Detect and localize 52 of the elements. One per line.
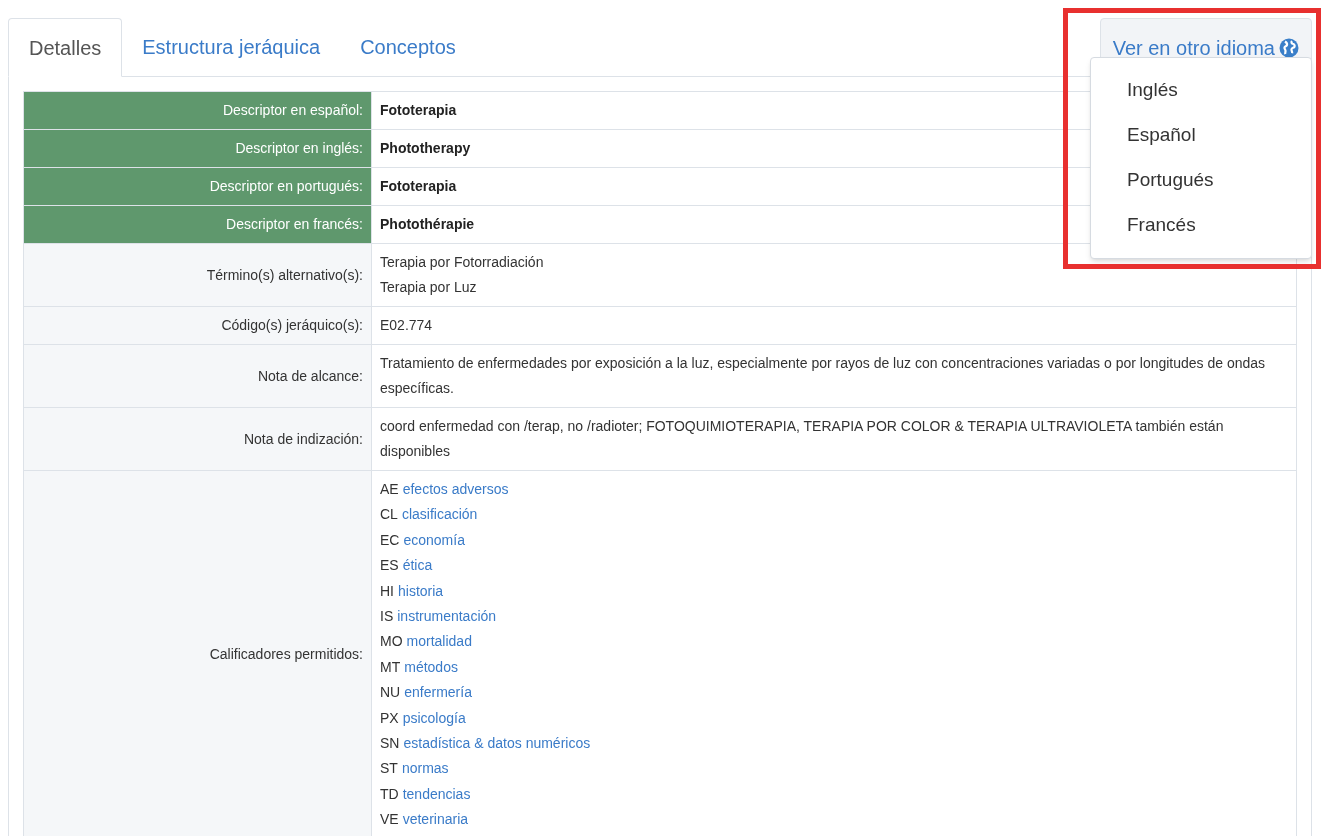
tab[interactable]: Conceptos — [340, 17, 476, 76]
qualifier-code: ES — [380, 556, 399, 576]
qualifier-link[interactable]: ética — [402, 553, 433, 579]
tab[interactable]: Estructura jeráquica — [122, 17, 341, 76]
qualifier-code: SN — [380, 734, 400, 754]
tab[interactable]: Detalles — [8, 18, 123, 77]
qualifier-code: IS — [380, 607, 394, 627]
field-value: Tratamiento de enfermedades por exposición a la luz, especialmente por rayos de luz con concentraciones variadas o por longitudes de ondas específicas. — [380, 355, 1266, 396]
qualifier-link[interactable]: efectos adversos — [402, 477, 509, 503]
qualifier-link[interactable]: veterinaria — [402, 807, 469, 833]
qualifier-link[interactable]: clasificación — [401, 502, 478, 528]
qualifier-link[interactable]: economía — [403, 527, 465, 554]
field-label: Código(s) jeráquico(s): — [23, 306, 372, 345]
descriptor-value: Fototerapia — [380, 102, 457, 118]
field-label: Nota de alcance: — [23, 344, 372, 408]
qualifier-code: MO — [380, 632, 403, 652]
qualifier-code: CL — [380, 505, 398, 525]
qualifier-code: HI — [380, 581, 394, 601]
field-label: Descriptor en español: — [23, 91, 372, 130]
field-label: Nota de indización: — [23, 407, 372, 471]
field-value: E02.774 — [380, 317, 433, 333]
qualifier-link[interactable]: tendencias — [402, 781, 471, 808]
field-value: coord enfermedad con /terap, no /radioter; FOTOQUIMIOTERAPIA, TERAPIA POR COLOR & TERAPIA ULTRAVIOLETA también están disponibles — [380, 418, 1224, 459]
qualifier-code: NU — [380, 683, 401, 703]
qualifier-code: PX — [380, 708, 399, 728]
qualifier-link[interactable]: métodos — [404, 654, 458, 681]
field-label: Calificadores permitidos: — [23, 470, 372, 836]
qualifier-link[interactable]: mortalidad — [406, 629, 472, 655]
field-label: Descriptor en francés: — [23, 205, 372, 244]
qualifier-link[interactable]: estadística & datos numéricos — [403, 731, 591, 757]
language-option[interactable]: Portugués — [1091, 158, 1311, 203]
descriptor-value: Phototherapy — [380, 140, 471, 156]
field-label: Término(s) alternativo(s): — [23, 243, 372, 307]
qualifier-code: AE — [380, 480, 399, 499]
qualifier-code: VE — [380, 810, 399, 830]
qualifier-code: TD — [380, 784, 399, 804]
qualifier-code: ST — [380, 759, 398, 779]
descriptor-value: Fototerapia — [380, 178, 457, 194]
qualifier-link[interactable]: psicología — [402, 705, 466, 732]
qualifier-link[interactable]: normas — [401, 756, 449, 782]
field-label: Descriptor en inglés: — [23, 129, 372, 168]
qualifier-link[interactable]: enfermería — [404, 680, 472, 706]
qualifier-link[interactable]: instrumentación — [397, 604, 497, 630]
field-label: Descriptor en portugués: — [23, 167, 372, 206]
qualifier-code: EC — [380, 530, 400, 550]
descriptor-value: Photothérapie — [380, 216, 475, 232]
language-option[interactable]: Español — [1091, 113, 1311, 158]
qualifier-code: MT — [380, 657, 401, 677]
alternative-term: Terapia por Fotorradiación — [380, 253, 545, 272]
alternative-term: Terapia por Luz — [380, 278, 478, 297]
qualifier-link[interactable]: historia — [398, 578, 444, 605]
language-option[interactable]: Francés — [1091, 203, 1311, 248]
